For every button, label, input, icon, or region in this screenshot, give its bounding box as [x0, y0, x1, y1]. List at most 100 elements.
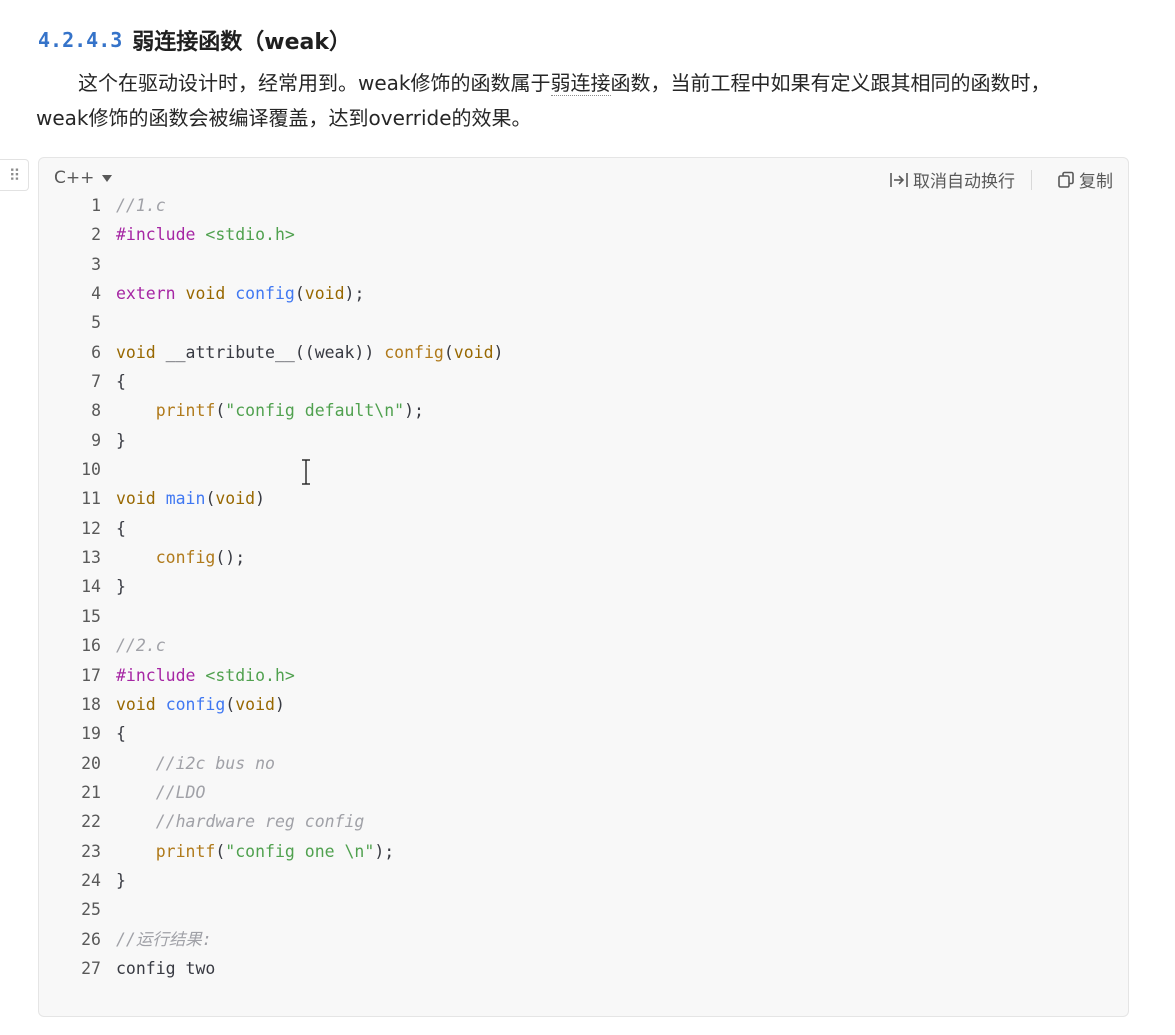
line-number: 14: [81, 577, 101, 597]
code-text: config two: [101, 954, 215, 983]
line-number: 11: [81, 489, 101, 509]
language-label: C++: [54, 168, 95, 188]
drag-handle-icon[interactable]: ⠿: [0, 159, 29, 191]
code-text: {: [101, 514, 126, 543]
code-token: {: [116, 724, 126, 744]
code-token: #include: [116, 225, 206, 245]
code-line: 8 printf("config default\n");: [39, 396, 1128, 425]
code-line: 26 //运行结果:: [39, 925, 1128, 954]
line-number: 20: [81, 753, 101, 773]
code-text: }: [101, 572, 126, 601]
toggle-wrap-button[interactable]: 取消自动换行: [889, 167, 1015, 192]
line-number: 22: [81, 812, 101, 832]
intro-paragraph: 这个在驱动设计时，经常用到。weak修饰的函数属于弱连接函数，当前工程中如果有定…: [36, 66, 1136, 136]
code-token: extern: [116, 284, 176, 304]
code-token: ): [274, 694, 285, 714]
code-line: 2 #include <stdio.h>: [39, 220, 1128, 249]
line-number: 8: [91, 401, 101, 421]
code-token: void: [116, 489, 156, 509]
code-token: //1.c: [116, 196, 166, 215]
header-divider: [1031, 170, 1032, 190]
code-line: 27 config two: [39, 954, 1128, 983]
code-token: ): [493, 342, 504, 362]
text-cursor-icon: [302, 459, 310, 485]
code-token: main: [165, 489, 206, 509]
line-number: 19: [81, 724, 101, 744]
code-token: <stdio.h>: [205, 665, 295, 685]
copy-button[interactable]: 复制: [1057, 167, 1113, 192]
code-token: config: [384, 342, 444, 362]
line-number: 9: [91, 430, 101, 450]
code-line: 3: [39, 250, 1128, 279]
code-body[interactable]: 1//1.c 2 #include <stdio.h> 3 4 extern void c…: [39, 191, 1128, 983]
code-token: //2.c: [116, 636, 166, 656]
code-text: printf("config default\n");: [101, 396, 424, 425]
code-token: }: [116, 870, 126, 890]
code-token: //LDO: [155, 782, 206, 802]
code-token: void: [116, 342, 156, 362]
code-token: (: [294, 284, 305, 304]
line-number: 24: [81, 870, 101, 890]
section-heading: 4.2.4.3 弱连接函数（weak）: [38, 22, 351, 58]
code-token: );: [344, 284, 365, 304]
code-text: extern void config(void);: [101, 279, 364, 308]
code-text: printf("config one \n");: [101, 837, 394, 866]
code-line: 18 void config(void): [39, 690, 1128, 719]
code-token: <stdio.h>: [205, 225, 295, 245]
code-token: config: [155, 548, 216, 568]
code-line: 21 //LDO: [39, 778, 1128, 807]
code-token: config: [165, 694, 226, 714]
code-token: printf: [155, 401, 216, 421]
code-text: //2.c: [101, 631, 166, 660]
code-line: 14}: [39, 572, 1128, 601]
code-token: }: [116, 577, 126, 597]
language-select[interactable]: C++: [54, 168, 113, 188]
line-number: 23: [81, 841, 101, 861]
code-token: void: [453, 342, 494, 362]
wrap-toggle-icon: [889, 171, 909, 189]
section-title: 弱连接函数（weak）: [132, 30, 352, 55]
code-line: 22 //hardware reg config: [39, 807, 1128, 836]
line-number: 27: [81, 958, 101, 978]
code-token: (: [215, 401, 226, 421]
code-text: //LDO: [101, 778, 206, 807]
code-line: 12 {: [39, 514, 1128, 543]
line-number: 17: [81, 665, 101, 685]
copy-icon: [1057, 171, 1075, 189]
weak-link-term[interactable]: 弱连接: [550, 71, 611, 96]
copy-label: 复制: [1079, 172, 1113, 192]
code-text: //1.c: [101, 191, 166, 220]
line-number: 16: [81, 636, 101, 656]
code-token: __attribute__((weak)): [155, 342, 385, 362]
code-line: 19 {: [39, 719, 1128, 748]
code-token: void: [235, 694, 275, 714]
code-token: (: [225, 694, 236, 714]
code-block: C++ 取消自动换行 复制 1//1.c 2 #include <stdio.h…: [38, 157, 1129, 1017]
line-number: 1: [91, 196, 101, 215]
code-token: );: [374, 841, 395, 861]
code-text: //hardware reg config: [101, 807, 365, 836]
code-token: void: [215, 489, 256, 509]
code-token: "config default\n": [225, 401, 405, 421]
code-text: {: [101, 367, 126, 396]
line-number: 13: [81, 548, 101, 568]
code-text: void main(void): [101, 484, 265, 513]
line-number: 4: [91, 284, 101, 304]
code-token: "config one \n": [225, 841, 375, 861]
line-number: 25: [81, 900, 101, 920]
code-text: }: [101, 426, 126, 455]
code-token: }: [116, 430, 126, 450]
code-line: 17 #include <stdio.h>: [39, 661, 1128, 690]
line-number: 7: [91, 372, 101, 392]
code-token: (: [205, 489, 216, 509]
code-line: 1 //1.c: [39, 191, 1128, 220]
code-text: }: [101, 866, 126, 895]
